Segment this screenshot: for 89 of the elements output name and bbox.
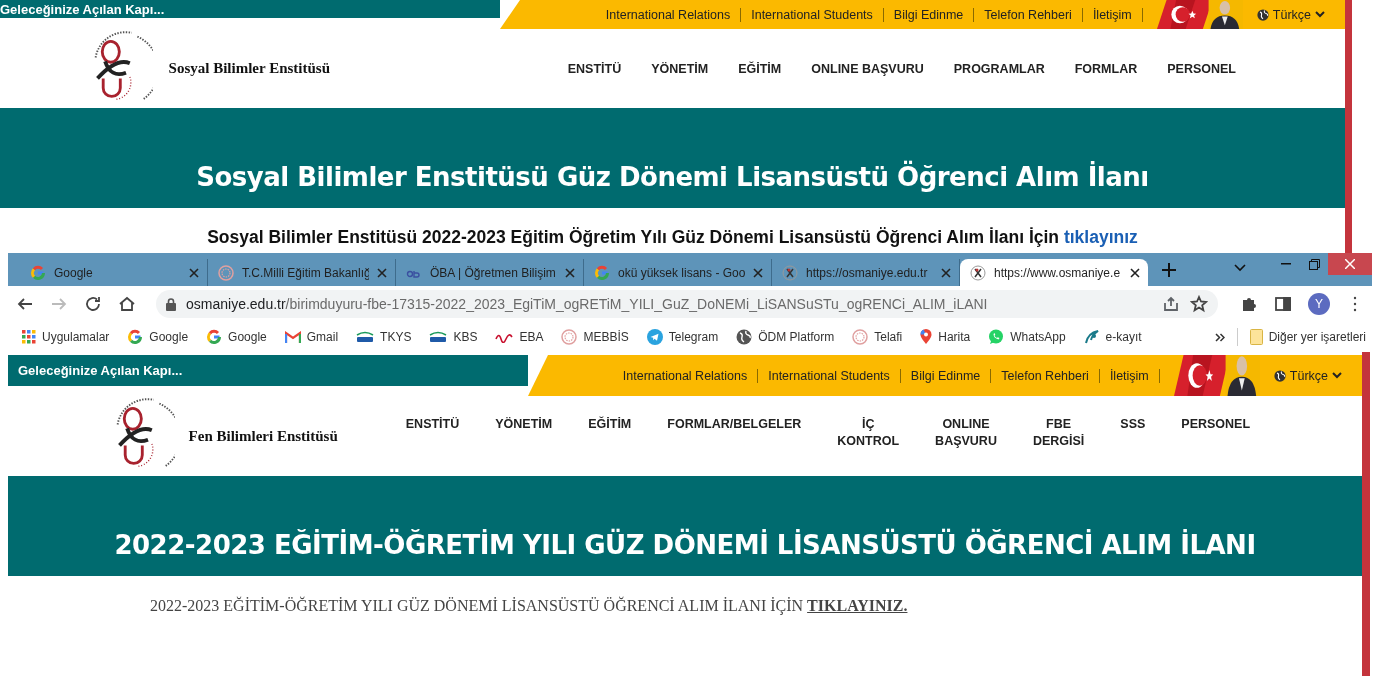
announcement-link[interactable]: tıklayınız — [1063, 227, 1138, 247]
profile-avatar[interactable]: Y — [1308, 293, 1330, 315]
nav-link[interactable]: ONLINE BAŞVURU — [811, 61, 924, 76]
top-link[interactable]: Bilgi Edinme — [900, 368, 992, 383]
chat-icon — [988, 329, 1005, 345]
nav-link[interactable]: YÖNETİM — [491, 416, 557, 450]
map-pin-icon — [920, 329, 933, 345]
chevron-down-icon[interactable] — [1234, 264, 1246, 272]
bookmark[interactable]: EBA — [495, 330, 544, 344]
bookmark[interactable]: KBS — [429, 330, 478, 344]
announcement-link[interactable]: TIKLAYINIZ. — [807, 597, 908, 614]
google-icon — [30, 264, 46, 281]
nav-link[interactable]: ONLINE BAŞVURU — [931, 416, 1001, 450]
nav-link[interactable]: EĞİTİM — [584, 416, 636, 450]
announcement-text: Sosyal Bilimler Enstitüsü 2022-2023 Eğitim Öğretim Yılı Güz Dönemi Lisansüstü Öğrenci Alım İlanı İçin tıklayınız — [207, 227, 1138, 247]
paper-plane-icon — [646, 329, 663, 345]
address-bar[interactable]: osmaniye.edu.tr/birimduyuru-fbe-17315-2022_2023_EgiTiM_ogRETiM_YILI_GuZ_DoNEMi_LiSANSuSTu_ogRENCi_ALIM_iLANI — [156, 290, 1218, 318]
top-link[interactable]: İletişim — [1082, 7, 1143, 22]
close-button[interactable] — [1328, 253, 1372, 275]
sidebar-icon[interactable] — [1274, 295, 1292, 313]
globe-icon — [1256, 8, 1269, 21]
language-selector[interactable]: Türkçe — [1256, 7, 1325, 22]
bookmark[interactable]: Telegram — [646, 329, 719, 345]
bookmark-folder[interactable]: Diğer yer işaretleri — [1249, 329, 1366, 345]
globe-icon — [736, 329, 753, 345]
nav-link[interactable]: FBE DERGİSİ — [1028, 416, 1089, 450]
top-link[interactable]: International Students — [758, 368, 901, 383]
top-link[interactable]: Bilgi Edinme — [883, 7, 975, 22]
bookmark[interactable]: TKYS — [356, 330, 412, 344]
plus-icon[interactable] — [1162, 262, 1176, 277]
top-link[interactable]: Telefon Rehberi — [974, 7, 1083, 22]
nav-link[interactable]: ENSTİTÜ — [567, 61, 622, 76]
google-icon — [206, 329, 223, 345]
bookmark[interactable]: Uygulamalar — [22, 330, 110, 344]
bookmark[interactable]: Google — [206, 329, 267, 345]
bookmark[interactable]: Harita — [920, 329, 971, 345]
top-link[interactable]: İletişim — [1099, 368, 1160, 383]
globe-icon — [1273, 369, 1286, 382]
nav-link[interactable]: FORMLAR/BELGELER — [663, 416, 806, 450]
page-title: 2022-2023 EĞİTİM-ÖĞRETİM YILI GÜZ DÖNEMİ LİSANSÜSTÜ ÖĞRENCİ ALIM İLANI — [114, 530, 1256, 560]
nav-link[interactable]: YÖNETİM — [651, 61, 709, 76]
reload-icon[interactable] — [84, 295, 102, 313]
top-link[interactable]: International Relations — [595, 7, 742, 22]
bookmark[interactable]: Gmail — [284, 330, 339, 344]
seal-icon — [561, 329, 578, 345]
share-icon[interactable] — [1162, 295, 1180, 313]
nav-link[interactable]: FORMLAR — [1074, 61, 1138, 76]
close-icon — [1345, 259, 1355, 269]
chevron-down-icon — [1332, 372, 1342, 379]
institute-name: Sosyal Bilimler Enstitüsü — [168, 60, 331, 77]
nav-link[interactable]: PROGRAMLAR — [953, 61, 1045, 76]
slogan: Geleceğinize Açılan Kapı... — [18, 363, 183, 378]
bookmark[interactable]: Google — [127, 329, 189, 345]
seal-icon — [218, 264, 234, 281]
home-icon[interactable] — [118, 295, 136, 313]
mail-icon — [284, 330, 301, 344]
institute-name: Fen Bilimleri Enstitüsü — [188, 427, 338, 445]
bookmark[interactable]: ÖDM Platform — [736, 329, 835, 345]
language-selector[interactable]: Türkçe — [1273, 368, 1342, 383]
folder-icon — [1249, 329, 1263, 345]
announcement-text: 2022-2023 EĞİTİM-ÖĞRETİM YILI GÜZ DÖNEMİ LİSANSÜSTÜ ÖĞRENCİ ALIM İLANI İÇİN TIKLAYINIZ. — [150, 597, 908, 614]
top-link[interactable]: International Relations — [612, 368, 759, 383]
top-link[interactable]: International Students — [741, 7, 884, 22]
nav-link[interactable]: EĞİTİM — [738, 61, 782, 76]
chevron-down-icon — [1315, 11, 1325, 18]
apps-grid-icon — [22, 330, 36, 344]
nav-link[interactable]: İÇ KONTROL — [833, 416, 904, 450]
star-icon[interactable] — [1190, 295, 1208, 313]
google-icon — [127, 329, 144, 345]
google-icon — [594, 264, 610, 281]
nav-link[interactable]: SSS — [1116, 416, 1150, 450]
nav-link[interactable]: PERSONEL — [1167, 61, 1236, 76]
puzzle-icon[interactable] — [1240, 295, 1258, 313]
bookmark[interactable]: e-kayıt — [1083, 329, 1142, 345]
double-chevron-icon[interactable] — [1214, 332, 1225, 342]
nav-link[interactable]: PERSONEL — [1177, 416, 1255, 450]
bookmark[interactable]: WhatsApp — [988, 329, 1066, 345]
bookmark[interactable]: Telafi — [852, 329, 903, 345]
close-icon[interactable] — [1130, 267, 1140, 278]
top-link[interactable]: Telefon Rehberi — [991, 368, 1100, 383]
restore-icon[interactable] — [1308, 258, 1320, 270]
nav-link[interactable]: ENSTİTÜ — [401, 416, 464, 450]
page-title: Sosyal Bilimler Enstitüsü Güz Dönemi Lisansüstü Öğrenci Alım İlanı — [196, 162, 1149, 192]
browser-tab[interactable]: https://www.osmaniye.e — [960, 259, 1148, 286]
lock-icon — [166, 297, 176, 311]
seal-icon — [852, 329, 869, 345]
slogan: Geleceğinize Açılan Kapı... — [0, 1, 165, 17]
swirl-icon — [1083, 329, 1100, 345]
bookmark[interactable]: MEBBİS — [561, 329, 629, 345]
